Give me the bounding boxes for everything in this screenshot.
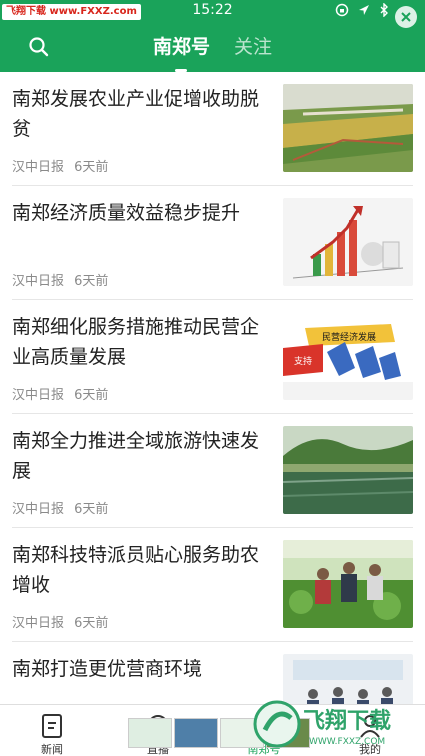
article-thumbnail: 民营经济发展 支持: [283, 312, 413, 400]
overlay-thumb: [174, 718, 218, 748]
article-thumbnail: [283, 540, 413, 628]
bottom-tab-news[interactable]: 新闻: [12, 705, 92, 756]
list-item[interactable]: 南郑发展农业产业促增收助脱贫 汉中日报 6天前: [12, 72, 413, 186]
list-item[interactable]: 南郑科技特派员贴心服务助农增收 汉中日报 6天前: [12, 528, 413, 642]
overlay-thumb: [128, 718, 172, 748]
article-time: 6天前: [74, 160, 109, 175]
article-thumbnail: [283, 84, 413, 172]
article-time: 6天前: [74, 388, 109, 403]
sign-text: 民营经济发展: [322, 331, 376, 343]
tab-nanzheng[interactable]: 南郑号: [153, 32, 210, 72]
article-source: 汉中日报: [12, 160, 65, 175]
article-meta: 汉中日报 6天前: [12, 270, 108, 289]
article-source: 汉中日报: [12, 388, 65, 403]
status-icons: [335, 3, 389, 17]
site-logo: 飞翔下载 WWW.FXXZ.COM: [253, 700, 391, 748]
site-logo-text: 飞翔下载: [303, 708, 391, 734]
list-item[interactable]: 南郑打造更优营商环境: [12, 642, 413, 704]
bottom-tab-label: 新闻: [41, 743, 63, 756]
article-meta: 汉中日报 6天前: [12, 384, 108, 403]
article-meta: 汉中日报 6天前: [12, 498, 108, 517]
tab-follow[interactable]: 关注: [234, 32, 272, 68]
article-title: 南郑经济质量效益稳步提升: [12, 202, 241, 224]
list-item[interactable]: 南郑细化服务措施推动民营企业高质量发展 汉中日报 6天前 民营经济发展 支持: [12, 300, 413, 414]
location-icon: [359, 5, 369, 15]
article-source: 汉中日报: [12, 616, 65, 631]
article-thumbnail: [283, 654, 413, 704]
news-icon: [42, 714, 62, 738]
site-logo-sub: WWW.FXXZ.COM: [309, 737, 385, 747]
article-title: 南郑发展农业产业促增收助脱贫: [12, 88, 260, 140]
news-list: 南郑发展农业产业促增收助脱贫 汉中日报 6天前 南郑经济质量效益稳步提升 汉中日…: [0, 72, 425, 704]
article-source: 汉中日报: [12, 502, 65, 517]
article-source: 汉中日报: [12, 274, 65, 289]
bluetooth-icon: [380, 3, 388, 17]
rotation-lock-icon: [335, 3, 349, 17]
article-meta: 汉中日报 6天前: [12, 156, 108, 175]
list-item[interactable]: 南郑全力推进全域旅游快速发展 汉中日报 6天前: [12, 414, 413, 528]
article-time: 6天前: [74, 616, 109, 631]
status-bar: 飞翔下载 www.FXXZ.com 15:22: [0, 0, 425, 28]
list-item[interactable]: 南郑经济质量效益稳步提升 汉中日报 6天前: [12, 186, 413, 300]
article-title: 南郑科技特派员贴心服务助农增收: [12, 544, 260, 596]
article-title: 南郑细化服务措施推动民营企业高质量发展: [12, 316, 260, 368]
close-icon[interactable]: [395, 6, 417, 28]
article-thumbnail: [283, 426, 413, 514]
header-tabs: 南郑号 关注: [0, 32, 425, 72]
article-time: 6天前: [74, 274, 109, 289]
article-thumbnail: [283, 198, 413, 286]
article-title: 南郑打造更优营商环境: [12, 658, 203, 680]
article-meta: 汉中日报 6天前: [12, 612, 108, 631]
article-time: 6天前: [74, 502, 109, 517]
app-header: 飞翔下载 www.FXXZ.com 15:22 南郑号 关注: [0, 0, 425, 72]
article-title: 南郑全力推进全域旅游快速发展: [12, 430, 260, 482]
support-text: 支持: [294, 355, 312, 367]
